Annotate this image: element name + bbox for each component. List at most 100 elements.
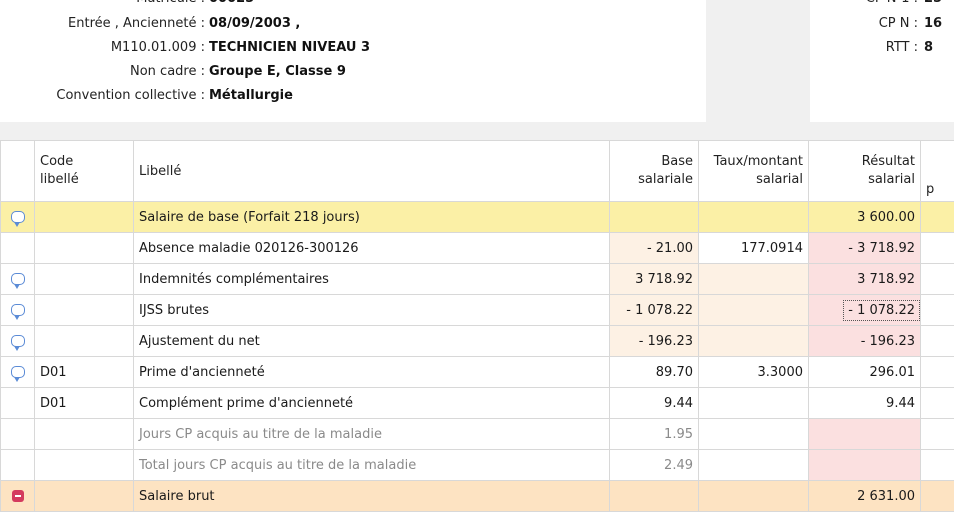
libelle-cell: Prime d'ancienneté [133, 356, 610, 388]
resultat-cell-focused[interactable]: - 1 078.22 [808, 294, 921, 326]
cp-n-row: CP N : 16 [810, 14, 942, 34]
entry-row: Entrée , Ancienneté : 08/09/2003 , [0, 14, 300, 34]
resultat-column-header[interactable]: Résultat salarial [808, 140, 921, 202]
taux-cell: 3.3000 [698, 356, 809, 388]
cp-n1-label: CP N-1 : [810, 0, 918, 9]
extra-cell [920, 449, 954, 481]
row-icon-cell[interactable] [0, 480, 35, 512]
base-cell: - 196.23 [609, 325, 699, 357]
extra-cell [920, 418, 954, 450]
resultat-cell: - 3 718.92 [808, 232, 921, 264]
base-cell: 2.49 [609, 449, 699, 481]
table-row[interactable]: Total jours CP acquis au titre de la mal… [0, 449, 954, 481]
extra-cell [920, 294, 954, 326]
libelle-cell: Ajustement du net [133, 325, 610, 357]
row-icon-cell[interactable] [0, 201, 35, 233]
comment-icon[interactable] [10, 366, 25, 382]
status-row: Non cadre : Groupe E, Classe 9 [0, 62, 346, 82]
table-row[interactable]: D01 Prime d'ancienneté 89.70 3.3000 296.… [0, 356, 954, 388]
base-column-header[interactable]: Base salariale [609, 140, 699, 202]
libelle-cell: Indemnités complémentaires [133, 263, 610, 295]
table-header-row: Code libellé Libellé Base salariale Taux/m… [0, 140, 954, 202]
payroll-grid: Code libellé Libellé Base salariale Taux/m… [0, 140, 954, 520]
extra-column-header[interactable]: p [920, 140, 954, 202]
taux-cell [698, 387, 809, 419]
resultat-cell [808, 418, 921, 450]
base-cell: 3 718.92 [609, 263, 699, 295]
extra-cell [920, 480, 954, 512]
cp-n-value: 16 [924, 16, 943, 31]
matricule-row: Matricule : 00025 [0, 0, 254, 9]
base-cell [609, 201, 699, 233]
resultat-cell: - 196.23 [808, 325, 921, 357]
rtt-label: RTT : [885, 40, 918, 55]
rtt-value: 8 [924, 40, 934, 55]
table-row-selected[interactable]: IJSS brutes - 1 078.22 - 1 078.22 [0, 294, 954, 326]
comment-icon[interactable] [10, 335, 25, 351]
table-row[interactable]: D01 Complément prime d'ancienneté 9.44 9… [0, 387, 954, 419]
resultat-cell: 3 600.00 [808, 201, 921, 233]
libelle-column-header[interactable]: Libellé [133, 140, 610, 202]
row-icon-cell [0, 387, 35, 419]
cp-n-label: CP N : [878, 16, 918, 31]
resultat-cell: 296.01 [808, 356, 921, 388]
comment-icon[interactable] [10, 273, 25, 289]
libelle-cell: IJSS brutes [133, 294, 610, 326]
code-cell [34, 325, 134, 357]
code-cell: D01 [34, 387, 134, 419]
convention-label: Convention collective : [56, 88, 205, 103]
row-icon-cell[interactable] [0, 325, 35, 357]
extra-cell [920, 387, 954, 419]
extra-cell [920, 232, 954, 264]
libelle-cell: Complément prime d'ancienneté [133, 387, 610, 419]
table-row[interactable]: Ajustement du net - 196.23 - 196.23 [0, 325, 954, 357]
row-icon-cell[interactable] [0, 294, 35, 326]
table-row[interactable]: Absence maladie 020126-300126 - 21.00 17… [0, 232, 954, 264]
taux-cell [698, 325, 809, 357]
resultat-cell: 9.44 [808, 387, 921, 419]
extra-cell [920, 201, 954, 233]
code-cell [34, 263, 134, 295]
payroll-table: Code libellé Libellé Base salariale Taux/m… [0, 140, 954, 512]
comment-icon[interactable] [10, 304, 25, 320]
code-cell [34, 232, 134, 264]
collapse-icon[interactable] [11, 490, 24, 502]
rtt-row: RTT : 8 [810, 38, 933, 58]
libelle-cell: Jours CP acquis au titre de la maladie [133, 418, 610, 450]
resultat-cell: 2 631.00 [808, 480, 921, 512]
code-cell [34, 480, 134, 512]
table-row-total[interactable]: Salaire brut 2 631.00 [0, 480, 954, 512]
base-cell: 9.44 [609, 387, 699, 419]
status-label: Non cadre : [130, 64, 205, 79]
row-icon-cell[interactable] [0, 356, 35, 388]
taux-cell [698, 201, 809, 233]
cp-n1-row: CP N-1 : 25 [810, 0, 942, 9]
base-cell [609, 480, 699, 512]
row-icon-cell [0, 418, 35, 450]
taux-cell [698, 294, 809, 326]
entry-value: 08/09/2003 , [209, 16, 301, 31]
resultat-cell: 3 718.92 [808, 263, 921, 295]
cp-n1-value: 25 [924, 0, 942, 6]
row-icon-cell[interactable] [0, 263, 35, 295]
libelle-cell: Absence maladie 020126-300126 [133, 232, 610, 264]
comment-icon[interactable] [10, 211, 25, 227]
job-row: M110.01.009 : TECHNICIEN NIVEAU 3 [0, 38, 370, 58]
taux-cell [698, 418, 809, 450]
table-row[interactable]: Salaire de base (Forfait 218 jours) 3 60… [0, 201, 954, 233]
convention-row: Convention collective : Métallurgie [0, 86, 293, 106]
base-cell: - 1 078.22 [609, 294, 699, 326]
table-row[interactable]: Jours CP acquis au titre de la maladie 1… [0, 418, 954, 450]
extra-cell [920, 325, 954, 357]
code-cell [34, 294, 134, 326]
table-row[interactable]: Indemnités complémentaires 3 718.92 3 71… [0, 263, 954, 295]
extra-cell [920, 263, 954, 295]
taux-cell: 177.0914 [698, 232, 809, 264]
taux-cell [698, 263, 809, 295]
base-cell: 1.95 [609, 418, 699, 450]
job-code-label: M110.01.009 : [110, 40, 205, 55]
convention-value: Métallurgie [209, 88, 293, 103]
row-icon-cell [0, 449, 35, 481]
code-column-header[interactable]: Code libellé [34, 140, 134, 202]
taux-column-header[interactable]: Taux/montant salarial [698, 140, 809, 202]
